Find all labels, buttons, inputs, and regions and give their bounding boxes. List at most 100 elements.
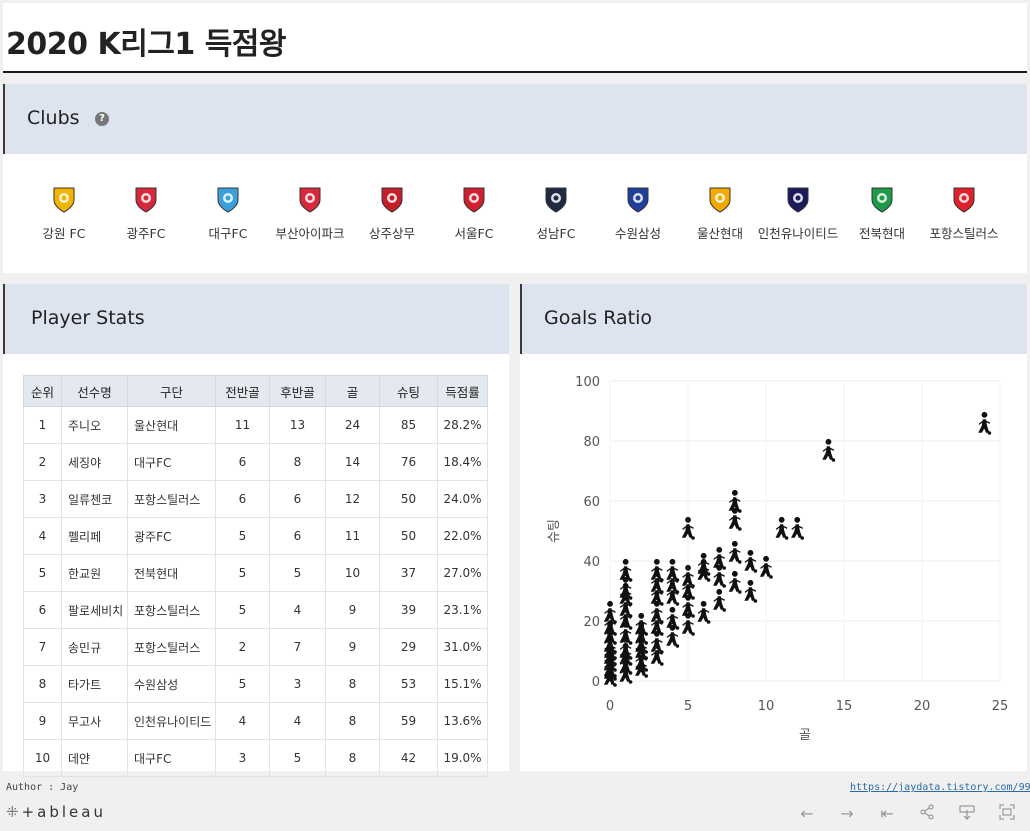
table-cell: 10 (23, 739, 62, 777)
club-item[interactable]: 광주FC (101, 186, 191, 242)
y-tick-label: 20 (583, 615, 600, 630)
soccer-player-icon[interactable] (697, 600, 711, 624)
club-item[interactable]: 상주상무 (347, 186, 437, 242)
table-row[interactable]: 10 데얀 대구FC 3 5 8 42 19.0% (23, 739, 488, 777)
table-cell: 무고사 (61, 702, 128, 740)
table-row[interactable]: 4 펠리페 광주FC 5 6 11 50 22.0% (23, 517, 488, 555)
table-cell: 주니오 (61, 406, 128, 444)
gangwon-logo-icon (53, 187, 75, 213)
y-axis-label: 슈팅 (547, 519, 562, 543)
table-cell: 29 (379, 628, 438, 666)
table-cell: 9 (325, 591, 380, 629)
column-header[interactable]: 순위 (23, 375, 62, 407)
column-header[interactable]: 득점률 (437, 375, 488, 407)
soccer-player-icon[interactable] (713, 588, 726, 612)
soccer-player-icon[interactable] (978, 411, 992, 435)
undo-icon[interactable]: ← (797, 804, 817, 824)
table-cell: 24.0% (437, 480, 488, 518)
seoul-logo-icon (463, 187, 485, 213)
table-row[interactable]: 3 일류첸코 포항스틸러스 6 6 12 50 24.0% (23, 480, 488, 518)
table-cell: 50 (379, 517, 438, 555)
table-cell: 19.0% (437, 739, 488, 777)
table-row[interactable]: 5 한교원 전북현대 5 5 10 37 27.0% (23, 554, 488, 592)
club-item[interactable]: 서울FC (429, 186, 519, 242)
tableau-logo[interactable]: ⁜+ableau (6, 803, 106, 821)
club-name: 상주상무 (368, 226, 415, 241)
y-tick-label: 60 (583, 495, 600, 510)
table-cell: 팔로세비치 (61, 591, 128, 629)
table-row[interactable]: 7 송민규 포항스틸러스 2 7 9 29 31.0% (23, 628, 488, 666)
table-row[interactable]: 9 무고사 인천유나이티드 4 4 8 59 13.6% (23, 702, 488, 740)
table-cell: 5 (269, 739, 326, 777)
table-cell: 39 (379, 591, 438, 629)
tableau-brand-text: +ableau (21, 803, 106, 821)
soccer-player-icon[interactable] (791, 516, 804, 540)
soccer-player-icon[interactable] (759, 555, 773, 579)
table-cell: 5 (23, 554, 62, 592)
table-cell: 세징야 (61, 443, 128, 481)
source-link[interactable]: https://jaydata.tistory.com/99 (850, 782, 1030, 793)
table-row[interactable]: 8 타가트 수원삼성 5 3 8 53 15.1% (23, 665, 488, 703)
clubs-row: 강원 FC 광주FC 대구FC 부산아이파크 상주상무 서울FC 성남FC 수원삼성 울산현대 인… (3, 186, 1027, 246)
table-cell: 5 (215, 591, 270, 629)
share-icon[interactable] (917, 804, 937, 824)
club-item[interactable]: 포항스틸러스 (919, 186, 1009, 242)
soccer-player-icon[interactable] (744, 579, 758, 603)
club-name: 전북현대 (858, 226, 905, 241)
club-item[interactable]: 성남FC (511, 186, 601, 242)
table-cell: 4 (269, 702, 326, 740)
table-cell: 일류첸코 (61, 480, 128, 518)
goals-ratio-chart[interactable]: 0 20 40 60 80 100 0 5 10 15 20 25 골 슈팅 (520, 369, 1027, 769)
table-cell: 수원삼성 (127, 665, 216, 703)
table-row[interactable]: 2 세징야 대구FC 6 8 14 76 18.4% (23, 443, 488, 481)
table-cell: 10 (325, 554, 380, 592)
seongnam-logo-icon (545, 187, 567, 213)
suwon-logo-icon (627, 187, 649, 213)
table-cell: 37 (379, 554, 438, 592)
column-header[interactable]: 전반골 (215, 375, 270, 407)
soccer-player-icon[interactable] (822, 438, 836, 462)
player-stats-panel: Player Stats 순위 선수명 구단 전반골 후반골 골 슈팅 득점률 1 주니오 울산현… (3, 284, 509, 777)
table-cell: 5 (215, 665, 270, 703)
x-tick-label: 25 (992, 699, 1009, 714)
club-item[interactable]: 전북현대 (837, 186, 927, 242)
soccer-player-icon[interactable] (681, 516, 695, 540)
clubs-title: Clubs (27, 107, 80, 129)
goals-ratio-header: Goals Ratio (520, 284, 1027, 354)
table-cell: 53 (379, 665, 438, 703)
help-icon[interactable]: ? (95, 112, 109, 126)
club-item[interactable]: 부산아이파크 (265, 186, 355, 242)
club-name: 대구FC (208, 226, 248, 241)
table-cell: 6 (215, 480, 270, 518)
column-header[interactable]: 구단 (127, 375, 216, 407)
table-cell: 4 (23, 517, 62, 555)
soccer-player-icon[interactable] (728, 540, 742, 564)
club-item[interactable]: 인천유나이티드 (753, 186, 843, 242)
club-item[interactable]: 강원 FC (19, 186, 109, 242)
redo-icon[interactable]: → (837, 804, 857, 824)
club-name: 성남FC (536, 226, 576, 241)
table-row[interactable]: 1 주니오 울산현대 11 13 24 85 28.2% (23, 406, 488, 444)
club-item[interactable]: 울산현대 (675, 186, 765, 242)
table-cell: 전북현대 (127, 554, 216, 592)
page-header: 2020 K리그1 득점왕 (3, 3, 1027, 73)
club-item[interactable]: 대구FC (183, 186, 273, 242)
table-cell: 11 (325, 517, 380, 555)
soccer-player-icon[interactable] (775, 516, 789, 540)
ulsan-logo-icon (709, 187, 731, 213)
soccer-player-icon[interactable] (744, 549, 758, 573)
fullscreen-icon[interactable] (997, 804, 1017, 824)
table-cell: 대구FC (127, 739, 216, 777)
column-header[interactable]: 골 (325, 375, 380, 407)
club-item[interactable]: 수원삼성 (593, 186, 683, 242)
soccer-player-icon[interactable] (728, 570, 742, 594)
column-header[interactable]: 슈팅 (379, 375, 438, 407)
table-cell: 24 (325, 406, 380, 444)
table-row[interactable]: 6 팔로세비치 포항스틸러스 5 4 9 39 23.1% (23, 591, 488, 629)
club-name: 포항스틸러스 (929, 226, 999, 241)
club-name: 부산아이파크 (275, 226, 345, 241)
download-icon[interactable] (957, 804, 977, 824)
revert-icon[interactable]: ⇤ (877, 804, 897, 824)
column-header[interactable]: 선수명 (61, 375, 128, 407)
column-header[interactable]: 후반골 (269, 375, 326, 407)
